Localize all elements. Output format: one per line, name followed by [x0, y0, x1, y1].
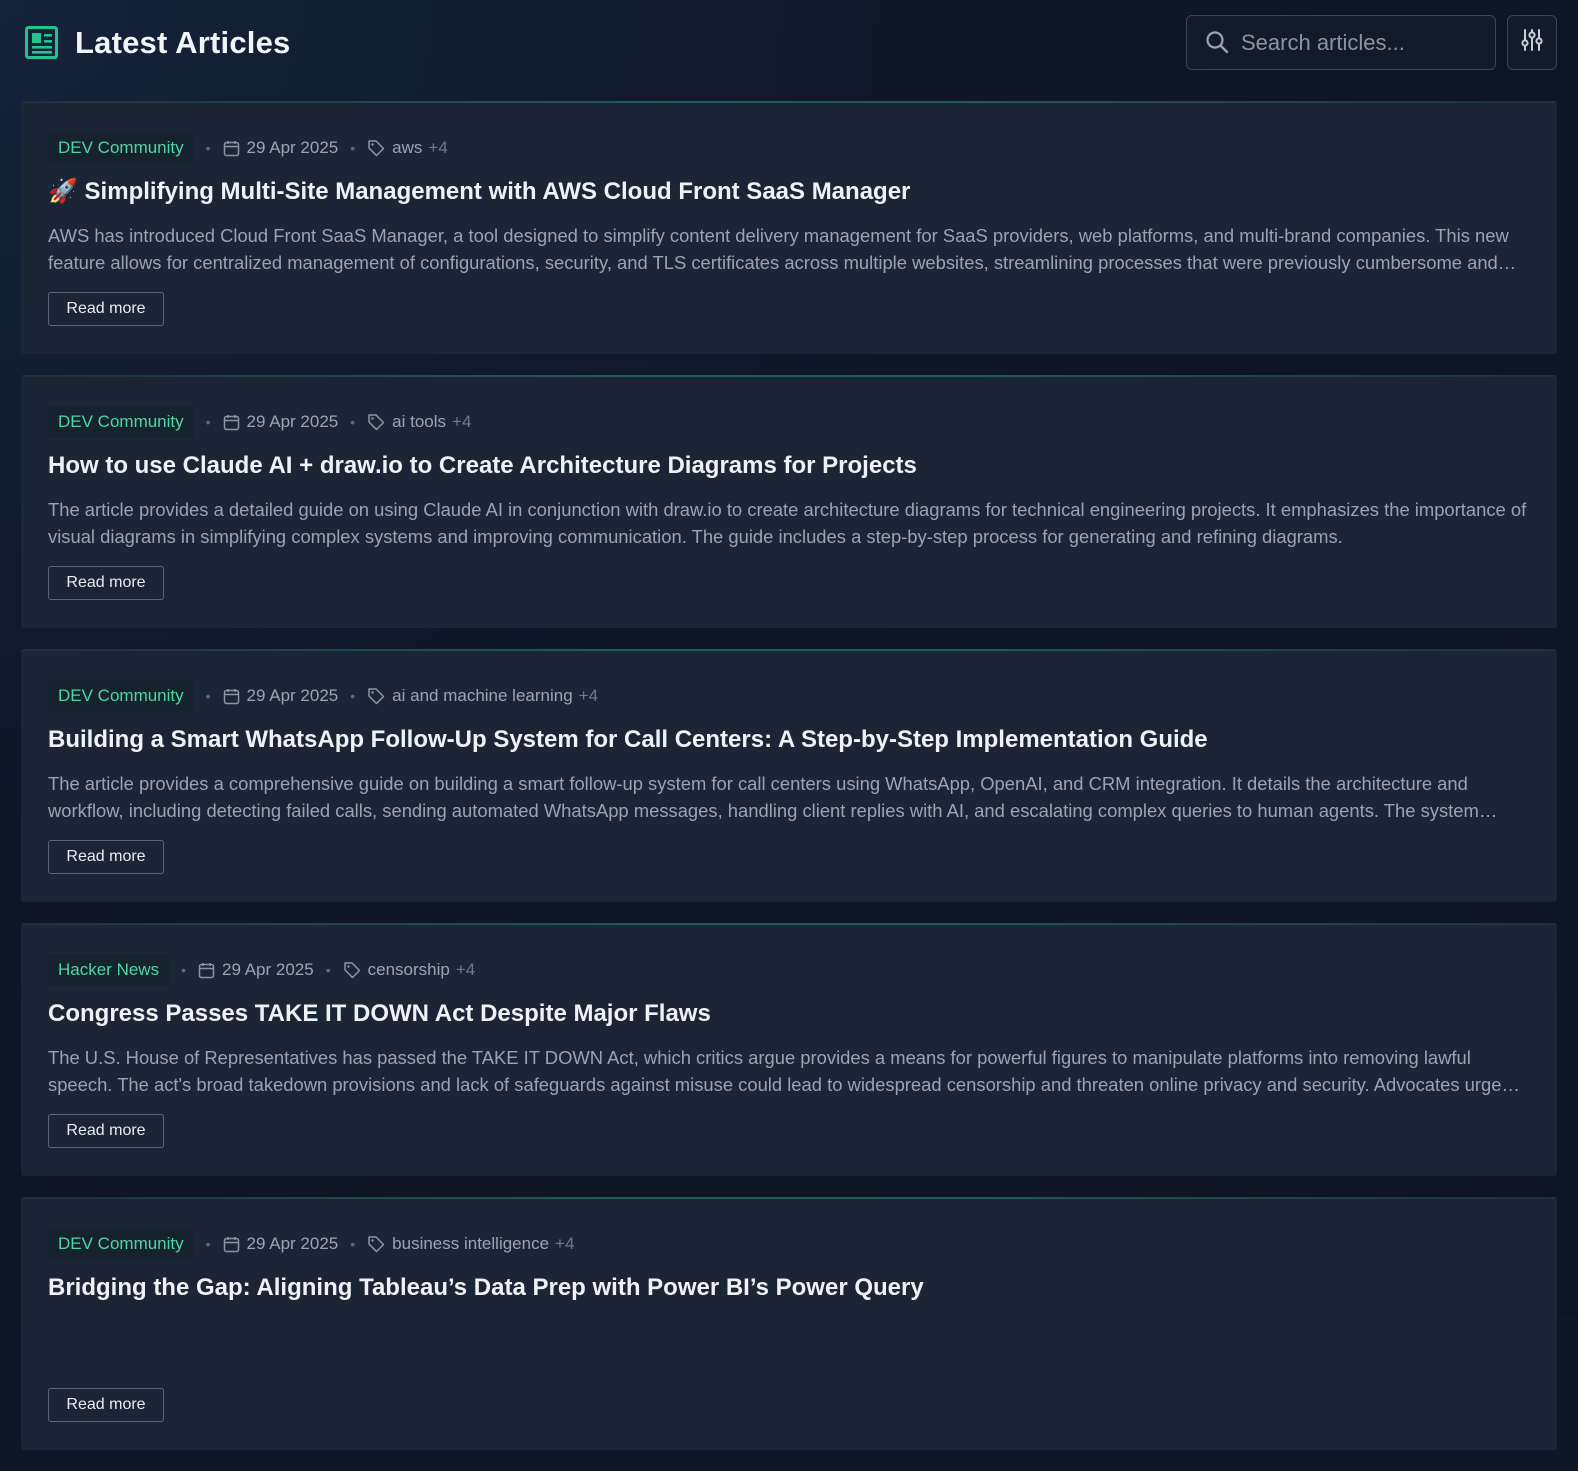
read-more-button[interactable]: Read more — [48, 840, 164, 874]
article-tags[interactable]: ai tools +4 — [367, 412, 471, 432]
article-summary: The U.S. House of Representatives has pa… — [48, 1047, 1502, 1095]
article-title[interactable]: Bridging the Gap: Aligning Tableau’s Dat… — [48, 1273, 1528, 1303]
article-meta: DEV Community • 29 Apr 2025 • aws +4 — [48, 132, 448, 164]
tag-icon — [368, 140, 385, 157]
filter-button[interactable] — [1507, 15, 1557, 70]
meta-separator: • — [205, 1236, 211, 1252]
search-input[interactable] — [1241, 16, 1486, 69]
article-tags[interactable]: censorship +4 — [343, 960, 476, 980]
article-summary: The article provides a detailed guide on… — [48, 499, 1527, 547]
meta-separator: • — [325, 962, 331, 978]
read-more-button[interactable]: Read more — [48, 1388, 164, 1422]
article-meta: DEV Community • 29 Apr 2025 • ai tools +… — [48, 406, 471, 438]
tag-icon — [368, 1236, 385, 1253]
article-date: 29 Apr 2025 — [223, 1234, 339, 1254]
date-label: 29 Apr 2025 — [222, 960, 314, 979]
article-tags[interactable]: ai and machine learning +4 — [367, 686, 598, 706]
tag-label: ai and machine learning — [392, 686, 573, 705]
source-badge[interactable]: DEV Community — [48, 680, 194, 712]
tag-icon — [368, 688, 385, 705]
date-label: 29 Apr 2025 — [246, 138, 339, 157]
article-date: 29 Apr 2025 — [223, 412, 339, 432]
meta-separator: • — [350, 414, 356, 430]
calendar-icon — [223, 1236, 239, 1252]
date-label: 29 Apr 2025 — [246, 1234, 339, 1253]
meta-separator: • — [181, 962, 186, 978]
calendar-icon — [223, 140, 239, 156]
article-list: DEV Community • 29 Apr 2025 • aws +4 🚀 S… — [21, 101, 1557, 1471]
read-more-button[interactable]: Read more — [48, 1114, 164, 1148]
tag-icon — [368, 414, 385, 431]
article-card: DEV Community • 29 Apr 2025 • aws +4 🚀 S… — [21, 101, 1557, 354]
tag-label: aws — [392, 138, 423, 157]
article-date: 29 Apr 2025 — [198, 960, 314, 980]
meta-separator: • — [350, 140, 356, 156]
date-label: 29 Apr 2025 — [246, 412, 339, 431]
date-label: 29 Apr 2025 — [246, 686, 339, 705]
article-title[interactable]: Congress Passes TAKE IT DOWN Act Despite… — [48, 999, 1528, 1029]
search-box[interactable] — [1186, 15, 1496, 70]
more-tags-count: +4 — [452, 412, 472, 431]
tag-label: business intelligence — [392, 1234, 550, 1253]
source-badge[interactable]: DEV Community — [48, 132, 194, 164]
article-date: 29 Apr 2025 — [223, 138, 339, 158]
meta-separator: • — [350, 1236, 356, 1252]
tag-label: ai tools — [392, 412, 447, 431]
article-meta: DEV Community • 29 Apr 2025 • ai and mac… — [48, 680, 598, 712]
article-meta: Hacker News • 29 Apr 2025 • censorship +… — [48, 954, 475, 986]
more-tags-count: +4 — [555, 1234, 575, 1253]
calendar-icon — [198, 962, 215, 978]
article-card: Hacker News • 29 Apr 2025 • censorship +… — [21, 923, 1557, 1176]
meta-separator: • — [350, 688, 356, 704]
read-more-button[interactable]: Read more — [48, 292, 164, 326]
app-header: Latest Articles — [0, 0, 1578, 88]
tag-icon — [343, 962, 360, 979]
article-tags[interactable]: aws +4 — [367, 138, 448, 158]
newspaper-icon — [25, 26, 58, 59]
article-title[interactable]: How to use Claude AI + draw.io to Create… — [48, 451, 1528, 481]
article-title[interactable]: Building a Smart WhatsApp Follow-Up Syst… — [48, 725, 1528, 755]
article-meta: DEV Community • 29 Apr 2025 • business i… — [48, 1228, 574, 1260]
more-tags-count: +4 — [455, 960, 476, 979]
article-card: DEV Community • 29 Apr 2025 • ai tools +… — [21, 375, 1557, 628]
article-summary: The article provides a comprehensive gui… — [48, 773, 1479, 821]
tag-label: censorship — [367, 960, 450, 979]
article-date: 29 Apr 2025 — [223, 686, 339, 706]
read-more-button[interactable]: Read more — [48, 566, 164, 600]
article-summary: AWS has introduced Cloud Front SaaS Mana… — [48, 225, 1509, 273]
article-card: DEV Community • 29 Apr 2025 • ai and mac… — [21, 649, 1557, 902]
meta-separator: • — [205, 688, 211, 704]
source-badge[interactable]: DEV Community — [48, 406, 194, 438]
calendar-icon — [223, 414, 239, 430]
calendar-icon — [223, 688, 239, 704]
source-badge[interactable]: Hacker News — [48, 954, 170, 986]
search-icon — [1205, 30, 1229, 54]
more-tags-count: +4 — [578, 686, 599, 705]
source-badge[interactable]: DEV Community — [48, 1228, 194, 1260]
sliders-icon — [1521, 28, 1543, 57]
article-card: DEV Community • 29 Apr 2025 • business i… — [21, 1197, 1557, 1450]
article-title[interactable]: 🚀 Simplifying Multi-Site Management with… — [48, 177, 1528, 207]
meta-separator: • — [205, 140, 211, 156]
page-title: Latest Articles — [75, 25, 291, 60]
article-tags[interactable]: business intelligence +4 — [367, 1234, 574, 1254]
more-tags-count: +4 — [428, 138, 448, 157]
meta-separator: • — [205, 414, 211, 430]
